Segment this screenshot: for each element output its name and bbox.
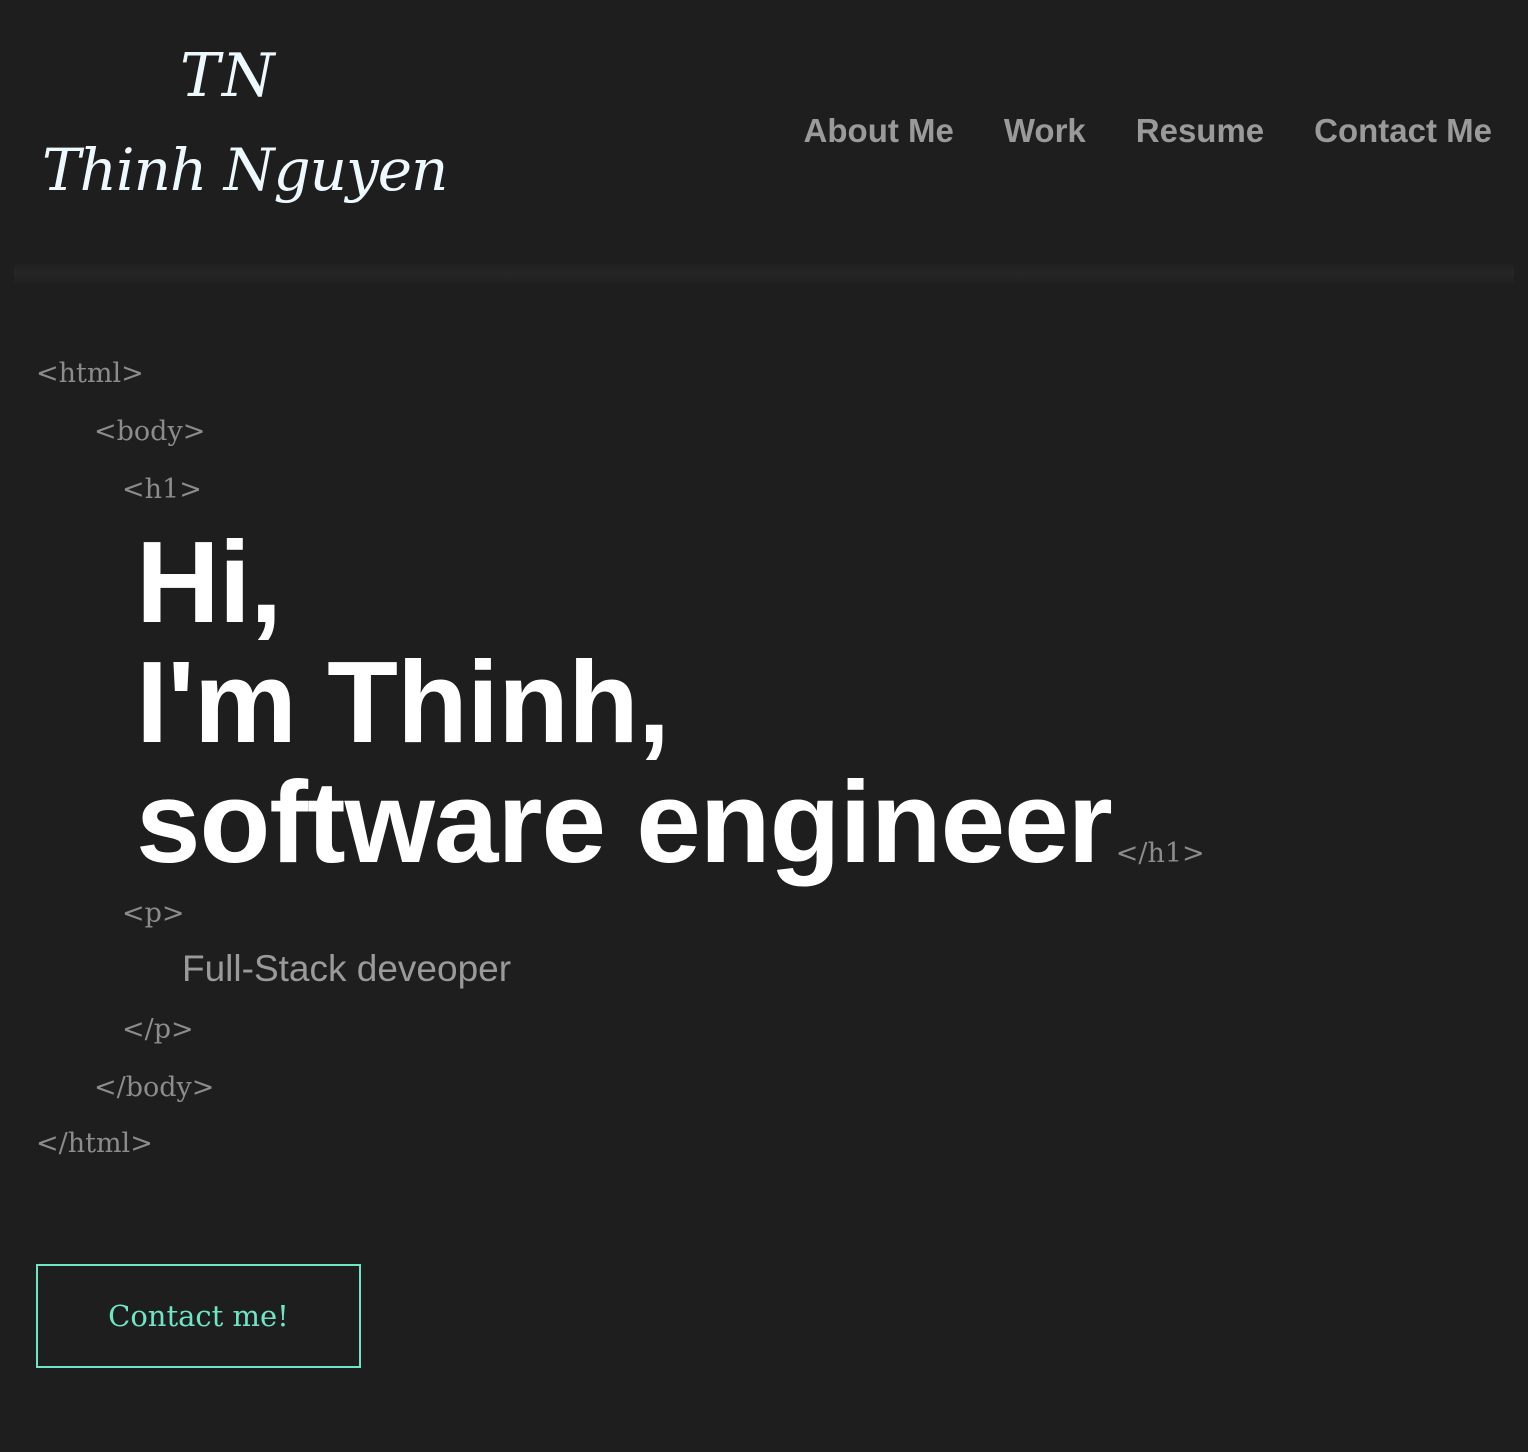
logo-initials: TN bbox=[180, 41, 277, 111]
hero-line-role: software engineer bbox=[136, 757, 1113, 887]
header-divider bbox=[14, 262, 1514, 286]
logo-name: Thinh Nguyen bbox=[42, 136, 448, 204]
nav-work-link[interactable]: Work bbox=[1004, 112, 1086, 150]
site-header: TN Thinh Nguyen About Me Work Resume Con… bbox=[0, 0, 1528, 270]
nav-resume-link[interactable]: Resume bbox=[1136, 112, 1264, 150]
h1-close-tag: </h1> bbox=[1115, 838, 1205, 869]
body-open-tag: <body> bbox=[94, 416, 206, 447]
nav-contact-me-link[interactable]: Contact Me bbox=[1314, 112, 1492, 150]
subtitle: Full-Stack deveoper bbox=[182, 948, 512, 989]
body-close-tag: </body> bbox=[94, 1072, 215, 1103]
hero-heading: Hi, I'm Thinh, software engineer </h1> bbox=[136, 522, 1205, 914]
logo[interactable]: TN Thinh Nguyen bbox=[30, 40, 450, 230]
h1-open-tag: <h1> bbox=[122, 474, 202, 505]
hero-line-role-wrap: software engineer </h1> bbox=[136, 762, 1205, 914]
contact-me-button[interactable]: Contact me! bbox=[36, 1264, 361, 1368]
html-close-tag: </html> bbox=[36, 1128, 153, 1159]
p-close-tag: </p> bbox=[122, 1014, 194, 1045]
nav-about-me-link[interactable]: About Me bbox=[804, 112, 954, 150]
hero-line-name: I'm Thinh, bbox=[136, 637, 670, 767]
html-open-tag: <html> bbox=[36, 358, 144, 389]
hero-line-greeting: Hi, bbox=[136, 517, 282, 647]
main-nav: About Me Work Resume Contact Me bbox=[804, 112, 1492, 150]
p-open-tag: <p> bbox=[122, 898, 185, 929]
